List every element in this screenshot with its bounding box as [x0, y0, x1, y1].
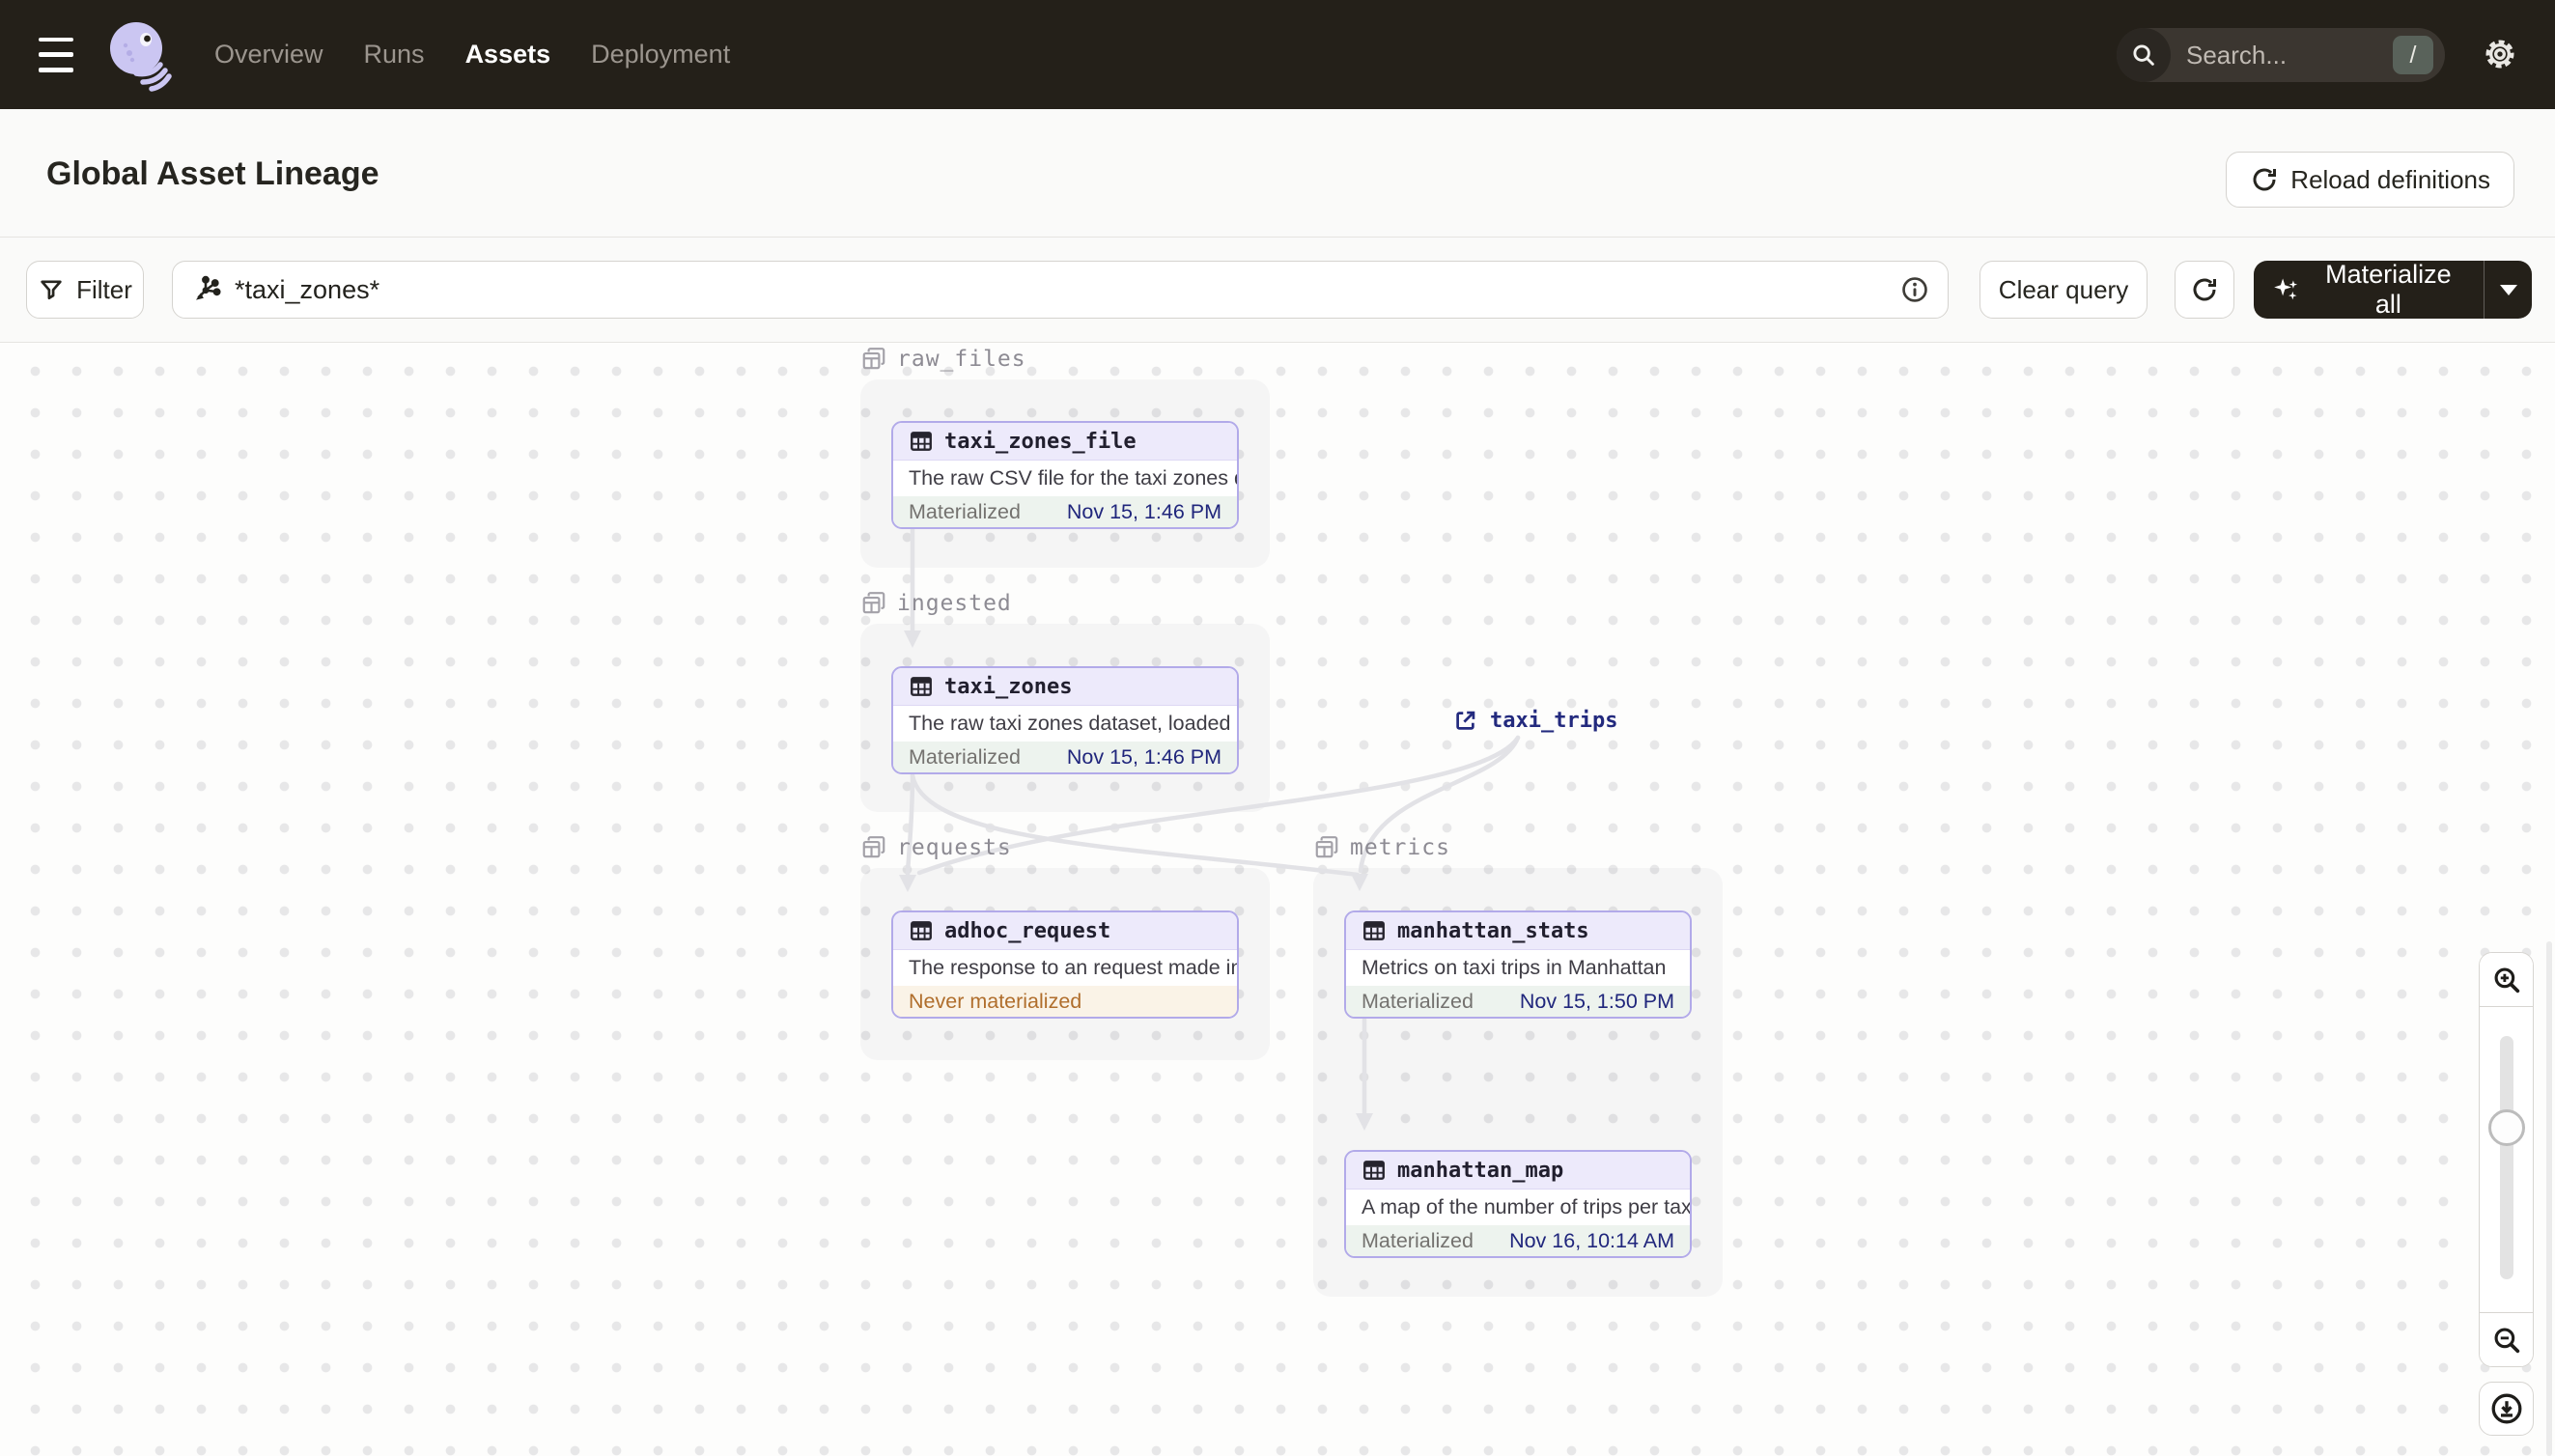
- download-icon: [2491, 1393, 2521, 1424]
- stacked-tables-icon: [862, 592, 885, 614]
- dagster-logo-icon[interactable]: [104, 18, 174, 92]
- asset-description: A map of the number of trips per taxi z.…: [1362, 1195, 1690, 1218]
- table-icon: [911, 677, 932, 696]
- zoom-out-icon: [2494, 1328, 2519, 1353]
- sparkle-icon: [2274, 278, 2298, 300]
- nav-assets[interactable]: Assets: [465, 40, 551, 70]
- table-icon: [1363, 921, 1385, 940]
- group-label-raw-files[interactable]: raw_files: [860, 346, 1026, 373]
- materialize-all-split-button: Materialize all: [2254, 261, 2532, 319]
- page-header: Global Asset Lineage Reload definitions: [0, 109, 2555, 238]
- lineage-edges: [899, 526, 1521, 1131]
- search-icon: [2117, 28, 2171, 82]
- materialization-timestamp[interactable]: Nov 15, 1:46 PM: [1067, 500, 1221, 524]
- canvas-scrollbar[interactable]: [2546, 941, 2552, 1456]
- lineage-toolbar: Filter *taxi_zones* Clear query Material…: [0, 238, 2555, 343]
- reload-definitions-button[interactable]: Reload definitions: [2226, 152, 2514, 208]
- asset-status-row: Materialized Nov 15, 1:46 PM: [893, 742, 1237, 772]
- refresh-icon: [2193, 278, 2216, 301]
- asset-description: The raw CSV file for the taxi zones dat.…: [909, 466, 1237, 490]
- zoom-out-button[interactable]: [2480, 1312, 2533, 1366]
- stacked-tables-icon: [862, 348, 885, 370]
- primary-nav: Overview Runs Assets Deployment: [214, 40, 730, 70]
- asset-node-taxi-zones-file[interactable]: taxi_zones_file The raw CSV file for the…: [891, 421, 1239, 529]
- materialize-dropdown-button[interactable]: [2484, 261, 2532, 319]
- asset-node-manhattan-stats[interactable]: manhattan_stats Metrics on taxi trips in…: [1344, 910, 1692, 1019]
- asset-node-taxi-zones[interactable]: taxi_zones The raw taxi zones dataset, l…: [891, 666, 1239, 774]
- chevron-down-icon: [2499, 284, 2517, 295]
- asset-status-row: Materialized Nov 15, 1:46 PM: [893, 496, 1237, 527]
- materialization-timestamp[interactable]: Nov 15, 1:50 PM: [1520, 990, 1674, 1014]
- refresh-query-button[interactable]: [2175, 261, 2234, 319]
- status-label: Materialized: [1362, 1228, 1474, 1252]
- materialization-timestamp[interactable]: Nov 15, 1:46 PM: [1067, 745, 1221, 770]
- stacked-tables-icon: [1315, 836, 1338, 858]
- asset-description: The raw taxi zones dataset, loaded int..…: [909, 712, 1237, 735]
- settings-gear-icon[interactable]: [2480, 35, 2520, 75]
- zoom-controls: [2479, 952, 2534, 1367]
- group-label-requests[interactable]: requests: [860, 834, 1012, 861]
- funnel-icon: [41, 280, 62, 300]
- lineage-canvas[interactable]: raw_files ingested requests metrics taxi…: [0, 344, 2555, 1456]
- search-input[interactable]: Search... /: [2117, 28, 2445, 82]
- materialize-all-button[interactable]: Materialize all: [2254, 261, 2484, 319]
- asset-graph-icon: [196, 275, 221, 300]
- search-placeholder: Search...: [2186, 40, 2288, 70]
- external-link-icon: [1456, 711, 1475, 730]
- clear-query-button[interactable]: Clear query: [1979, 261, 2148, 319]
- zoom-slider-track[interactable]: [2499, 1036, 2513, 1279]
- group-label-ingested[interactable]: ingested: [860, 590, 1012, 617]
- asset-selection-value: *taxi_zones*: [235, 274, 380, 304]
- status-label: Materialized: [909, 499, 1021, 523]
- filter-button[interactable]: Filter: [26, 261, 144, 319]
- zoom-slider[interactable]: [2480, 1007, 2533, 1312]
- top-navbar: Overview Runs Assets Deployment Search..…: [0, 0, 2555, 109]
- asset-description: Metrics on taxi trips in Manhattan: [1362, 956, 1667, 979]
- asset-status-row: Materialized Nov 16, 10:14 AM: [1346, 1225, 1690, 1256]
- table-icon: [1363, 1161, 1385, 1180]
- export-view-button[interactable]: [2479, 1382, 2534, 1436]
- asset-node-manhattan-map[interactable]: manhattan_map A map of the number of tri…: [1344, 1150, 1692, 1258]
- asset-description: The response to an request made in th...: [909, 956, 1237, 979]
- refresh-icon: [2253, 168, 2277, 191]
- zoom-slider-knob[interactable]: [2487, 1109, 2525, 1146]
- materialization-timestamp[interactable]: Nov 16, 10:14 AM: [1509, 1229, 1674, 1253]
- table-icon: [911, 921, 932, 940]
- page-title: Global Asset Lineage: [46, 155, 379, 192]
- zoom-in-button[interactable]: [2480, 953, 2533, 1007]
- status-label: Materialized: [909, 744, 1021, 769]
- asset-selection-input[interactable]: *taxi_zones*: [172, 261, 1949, 319]
- status-label: Materialized: [1362, 989, 1474, 1013]
- info-icon[interactable]: [1899, 274, 1930, 305]
- table-icon: [911, 432, 932, 451]
- asset-status-row: Never materialized: [893, 986, 1237, 1017]
- asset-node-adhoc-request[interactable]: adhoc_request The response to an request…: [891, 910, 1239, 1019]
- external-asset-taxi-trips[interactable]: taxi_trips: [1452, 708, 1617, 734]
- asset-status-row: Materialized Nov 15, 1:50 PM: [1346, 986, 1690, 1017]
- nav-deployment[interactable]: Deployment: [591, 40, 730, 70]
- group-label-metrics[interactable]: metrics: [1313, 834, 1450, 861]
- nav-overview[interactable]: Overview: [214, 40, 323, 70]
- status-label: Never materialized: [909, 989, 1082, 1013]
- stacked-tables-icon: [862, 836, 885, 858]
- nav-runs[interactable]: Runs: [364, 40, 425, 70]
- zoom-in-icon: [2494, 967, 2519, 993]
- menu-icon[interactable]: [39, 37, 77, 72]
- search-shortcut-badge: /: [2393, 36, 2433, 74]
